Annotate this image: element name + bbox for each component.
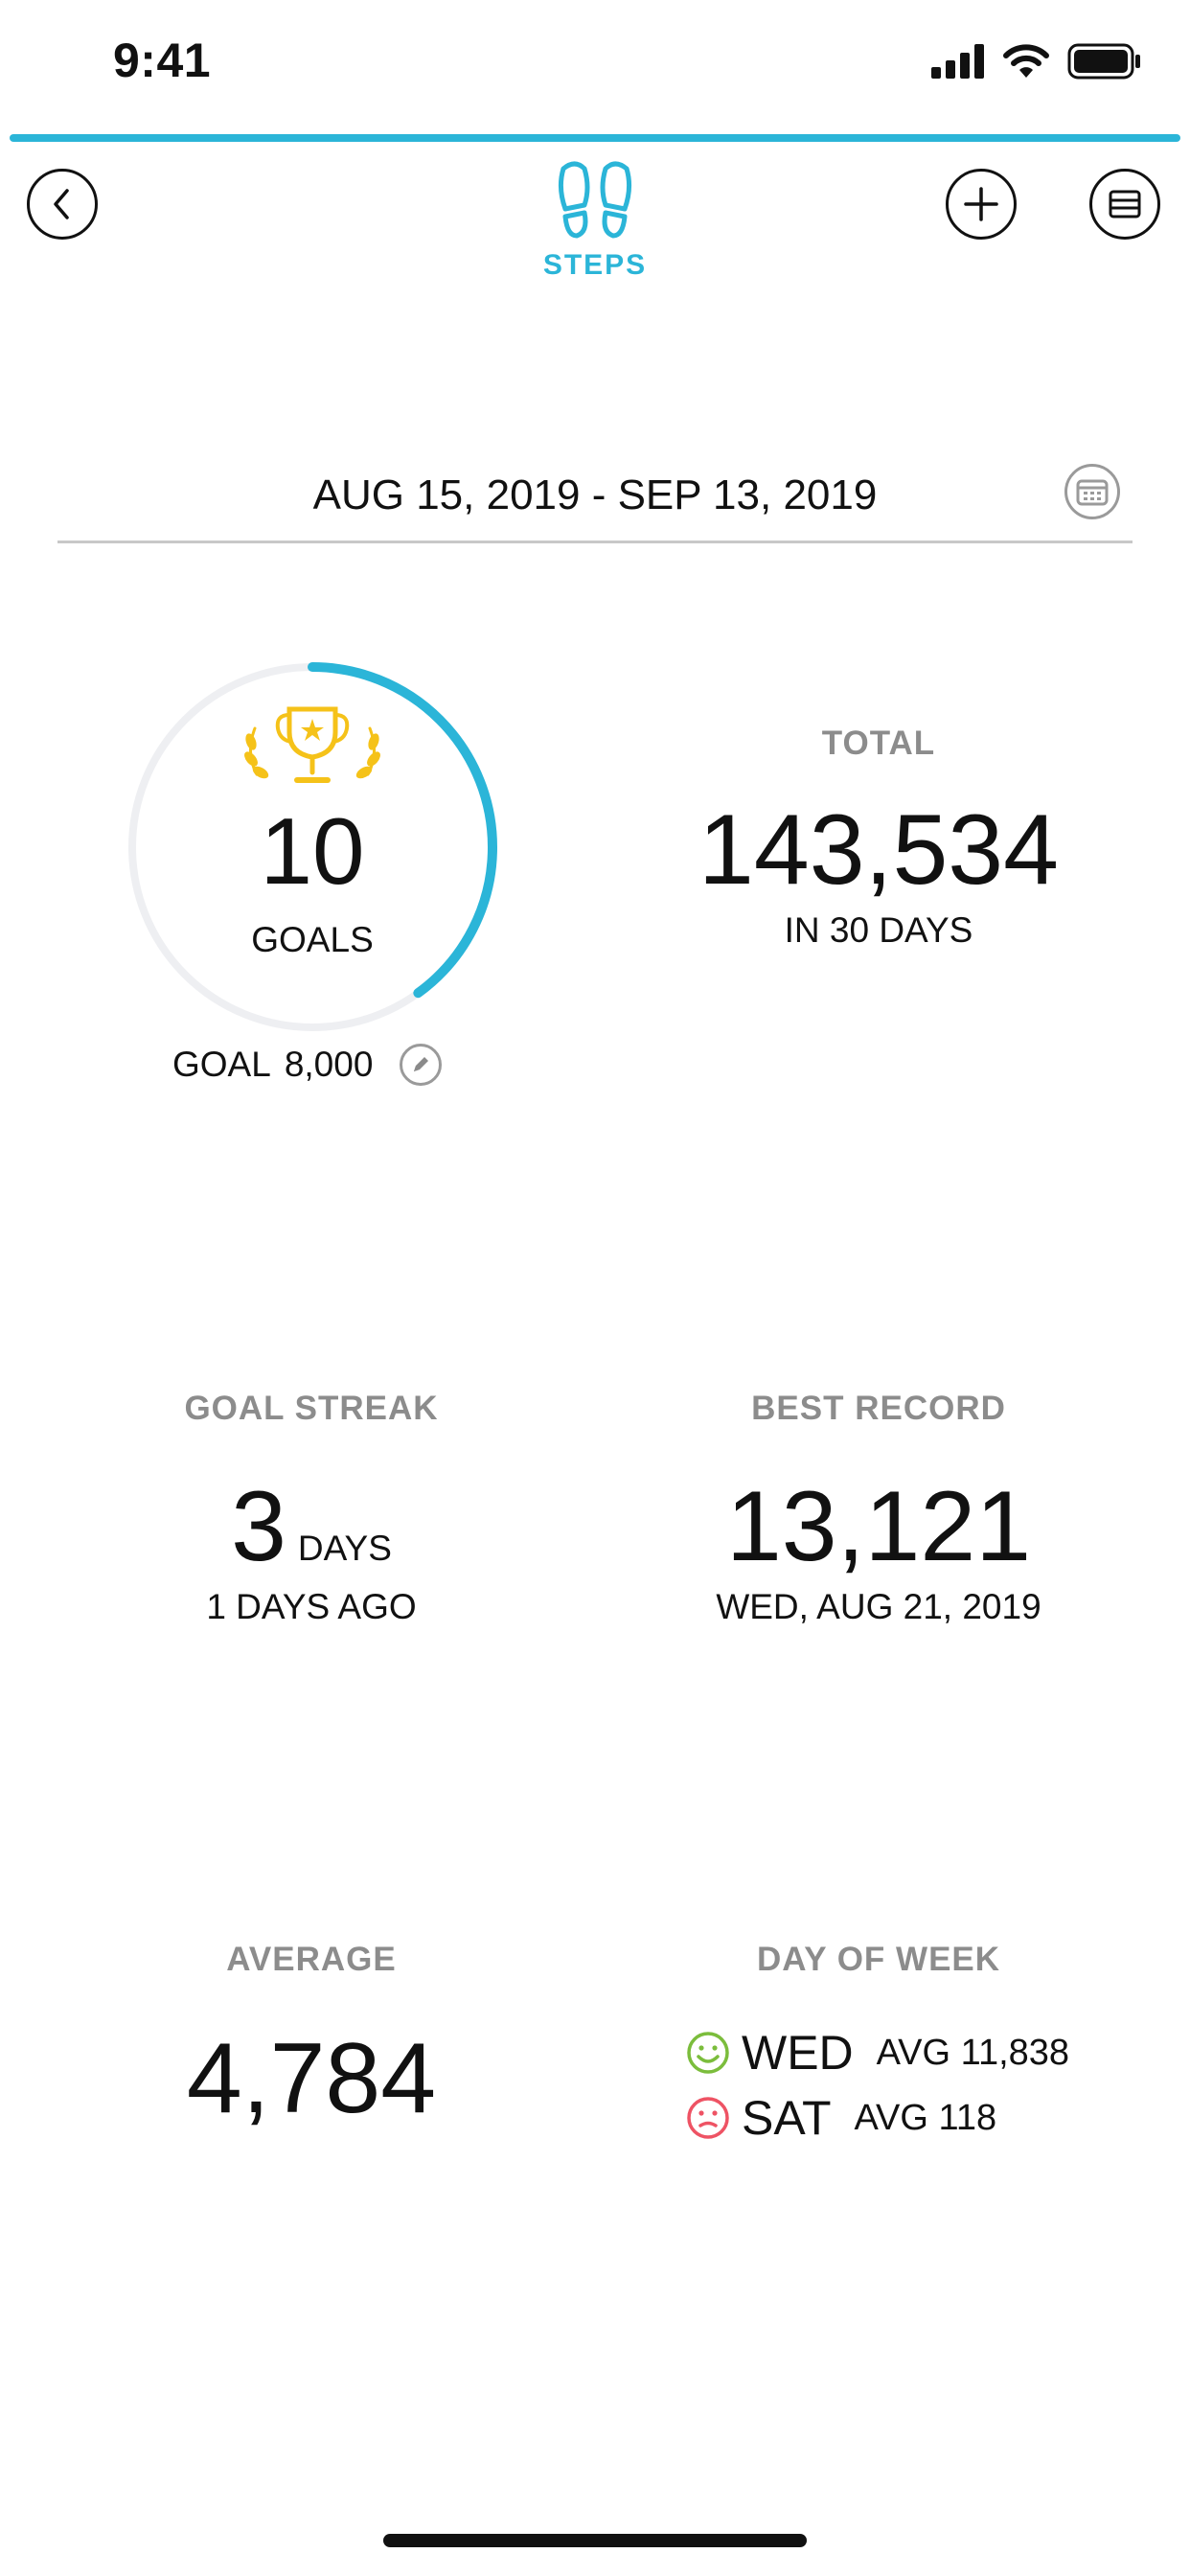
- best-record-value: 13,121: [725, 1471, 1032, 1582]
- worst-day-name: SAT: [742, 2091, 832, 2145]
- calendar-button[interactable]: [1064, 464, 1120, 519]
- calendar-icon: [1076, 479, 1109, 506]
- average-value: 4,784: [186, 2023, 437, 2134]
- goal-streak-row: 3 DAYS: [48, 1470, 575, 1584]
- plus-icon: [964, 187, 998, 221]
- cellular-signal-icon: [931, 44, 984, 79]
- chevron-left-icon: [54, 189, 69, 219]
- list-view-button[interactable]: [1089, 169, 1160, 240]
- status-icons: [931, 42, 1142, 80]
- list-view-icon: [1109, 190, 1141, 218]
- wifi-icon: [1003, 44, 1049, 78]
- worst-day-avg: AVG 118: [854, 2097, 997, 2138]
- battery-icon: [1067, 43, 1140, 80]
- goal-streak-unit: DAYS: [297, 1529, 392, 1568]
- home-indicator[interactable]: [383, 2534, 807, 2547]
- add-button[interactable]: [946, 169, 1017, 240]
- day-of-week-label: DAY OF WEEK: [756, 1941, 1001, 1978]
- average-label: AVERAGE: [226, 1941, 397, 1978]
- accent-divider: [10, 134, 1180, 142]
- best-record-label: BEST RECORD: [751, 1390, 1006, 1427]
- best-day-avg: AVG 11,838: [876, 2032, 1070, 2073]
- best-record-sub: WED, AUG 21, 2019: [716, 1587, 1041, 1626]
- edit-goal-button[interactable]: [400, 1044, 443, 1086]
- smiley-sad-icon: [687, 2097, 729, 2139]
- total-sub: IN 30 DAYS: [784, 910, 973, 950]
- goal-streak-value: 3: [231, 1471, 286, 1582]
- smiley-happy-icon: [687, 2032, 729, 2074]
- page-title: STEPS: [542, 249, 648, 281]
- best-day-name: WED: [742, 2026, 854, 2080]
- footsteps-icon: [558, 161, 632, 239]
- best-day-row: WED AVG 11,838: [686, 2024, 1069, 2082]
- trophy-icon: [244, 706, 380, 783]
- goal-word: GOAL: [172, 1045, 271, 1084]
- goal-value: 8,000: [284, 1045, 374, 1084]
- worst-day-row: SAT AVG 118: [686, 2089, 996, 2147]
- goals-count: 10: [260, 798, 365, 904]
- goal-streak-sub: 1 DAYS AGO: [206, 1587, 417, 1626]
- back-button[interactable]: [27, 169, 98, 240]
- pencil-icon: [414, 1057, 429, 1071]
- status-time: 9:41: [113, 34, 212, 87]
- goal-streak-label: GOAL STREAK: [184, 1390, 439, 1427]
- goal-target-row: GOAL 8,000: [172, 1042, 443, 1088]
- date-range-text[interactable]: AUG 15, 2019 - SEP 13, 2019: [57, 472, 1133, 519]
- total-label: TOTAL: [821, 724, 936, 762]
- goals-label: GOALS: [251, 920, 374, 959]
- total-value: 143,534: [698, 794, 1059, 906]
- date-underline: [57, 540, 1133, 543]
